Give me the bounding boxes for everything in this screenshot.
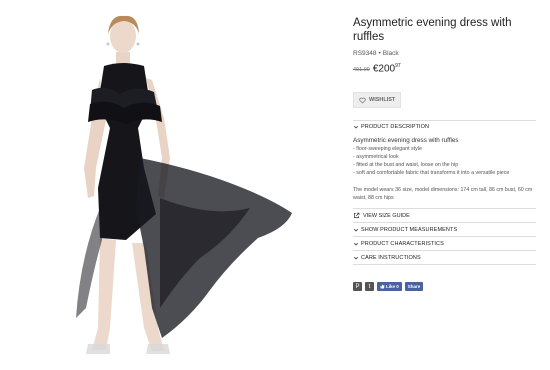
thumbs-up-icon [380, 284, 385, 289]
current-price-main: €200 [372, 63, 396, 75]
product-image[interactable] [40, 8, 320, 358]
care-instructions-section: CARE INSTRUCTIONS [353, 251, 536, 266]
social-share-bar: P t Like 0 Share [353, 282, 538, 292]
external-link-icon [354, 212, 360, 218]
current-price-cents: 97 [395, 63, 401, 69]
measurements-heading: SHOW PRODUCT MEASUREMENTS [361, 227, 458, 234]
model-in-dress-illustration [76, 15, 292, 354]
list-item: asymmetrical look [353, 153, 536, 161]
product-title: Asymmetric evening dress with ruffles [353, 17, 512, 43]
care-instructions-heading: CARE INSTRUCTIONS [361, 255, 421, 262]
show-measurements-toggle[interactable]: SHOW PRODUCT MEASUREMENTS [353, 223, 536, 237]
product-description-toggle[interactable]: PRODUCT DESCRIPTION [353, 121, 536, 133]
current-price: €20097 [373, 63, 401, 74]
characteristics-heading: PRODUCT CHARACTERISTICS [361, 241, 444, 248]
chevron-down-icon [353, 228, 359, 232]
facebook-share-button[interactable]: Share [404, 282, 424, 292]
model-size-note: The model wears 36 size, model dimension… [353, 186, 533, 201]
size-guide-label: VIEW SIZE GUIDE [363, 212, 410, 219]
list-item: fitted at the bust and waist, loose on t… [353, 161, 536, 169]
like-label: Like 0 [386, 284, 399, 290]
chevron-down-icon [353, 256, 359, 260]
facebook-like-button[interactable]: Like 0 [377, 282, 402, 292]
description-body: Asymmetric evening dress with ruffles fl… [353, 133, 536, 208]
meta-separator: • [378, 50, 381, 57]
list-item: soft and comfortable fabric that transfo… [353, 169, 536, 177]
chevron-down-icon [353, 125, 359, 129]
old-price: 401.99 [353, 67, 370, 74]
heart-outline-icon [359, 97, 366, 104]
product-info: Asymmetric evening dress with ruffles RS… [353, 16, 538, 292]
chevron-down-icon [353, 242, 359, 246]
wishlist-label: WISHLIST [369, 97, 396, 104]
care-instructions-toggle[interactable]: CARE INSTRUCTIONS [353, 251, 536, 265]
characteristics-toggle[interactable]: PRODUCT CHARACTERISTICS [353, 237, 536, 251]
product-measurements-section: SHOW PRODUCT MEASUREMENTS [353, 223, 536, 238]
price-row: 401.99 €20097 [353, 63, 538, 74]
wishlist-button[interactable]: WISHLIST [353, 92, 402, 109]
description-title: Asymmetric evening dress with ruffles [353, 136, 459, 144]
product-description-heading: PRODUCT DESCRIPTION [361, 123, 430, 130]
list-item: floor-sweeping elegant style [353, 145, 536, 153]
description-bullets: floor-sweeping elegant style asymmetrica… [353, 145, 536, 178]
pinterest-icon[interactable]: P [353, 282, 362, 292]
twitter-icon[interactable]: t [365, 282, 374, 292]
product-meta: RS9348 • Black [353, 50, 538, 57]
product-characteristics-section: PRODUCT CHARACTERISTICS [353, 237, 536, 252]
product-color: Black [382, 50, 399, 57]
view-size-guide-link[interactable]: VIEW SIZE GUIDE [353, 209, 536, 224]
product-description-section: PRODUCT DESCRIPTION Asymmetric evening d… [353, 121, 536, 210]
product-sku: RS9348 [353, 50, 377, 57]
